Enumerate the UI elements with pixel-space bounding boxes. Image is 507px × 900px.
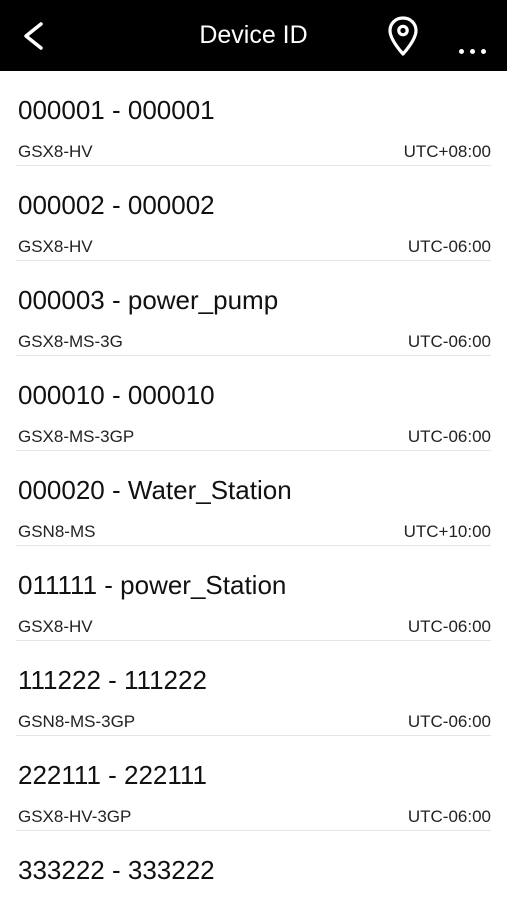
location-pin-icon — [388, 16, 418, 56]
device-list-item[interactable]: 000001 - 000001 GSX8-HV UTC+08:00 — [16, 71, 491, 166]
more-options-button[interactable] — [450, 24, 494, 60]
device-name: 000020 - Water_Station — [18, 475, 292, 505]
back-chevron-icon — [24, 22, 43, 50]
device-timezone: UTC-06:00 — [407, 427, 491, 446]
device-list-item[interactable]: 000020 - Water_Station GSN8-MS UTC+10:00 — [16, 451, 491, 546]
device-model: GSX8-HV — [18, 617, 93, 636]
device-name: 000002 - 000002 — [18, 190, 215, 220]
page-title: Device ID — [199, 21, 308, 49]
device-name: 222111 - 222111 — [18, 760, 207, 790]
device-name: 333222 - 333222 — [18, 855, 215, 885]
location-button[interactable] — [385, 15, 421, 57]
device-name: 000010 - 000010 — [18, 380, 215, 410]
device-list-item[interactable]: 111222 - 111222 GSN8-MS-3GP UTC-06:00 — [16, 641, 491, 736]
device-name: 011111 - power_Station — [18, 570, 287, 600]
device-timezone: UTC-06:00 — [407, 237, 491, 256]
device-list-item[interactable]: 000003 - power_pump GSX8-MS-3G UTC-06:00 — [16, 261, 491, 356]
device-name: 111222 - 111222 — [18, 665, 207, 695]
device-timezone: UTC+08:00 — [403, 142, 491, 161]
device-list-item[interactable]: 333222 - 333222 — [16, 831, 491, 900]
device-list-item[interactable]: 011111 - power_Station GSX8-HV UTC-06:00 — [16, 546, 491, 641]
ellipsis-icon — [458, 49, 486, 60]
device-timezone: UTC-06:00 — [407, 807, 491, 826]
back-button[interactable] — [14, 16, 54, 56]
device-model: GSX8-HV-3GP — [18, 807, 132, 826]
device-model: GSX8-HV — [18, 142, 93, 161]
device-timezone: UTC+10:00 — [403, 522, 491, 541]
device-model: GSN8-MS-3GP — [18, 712, 136, 731]
navigation-bar: Device ID — [0, 0, 507, 71]
device-name: 000001 - 000001 — [18, 95, 215, 125]
device-list-item[interactable]: 000002 - 000002 GSX8-HV UTC-06:00 — [16, 166, 491, 261]
device-model: GSN8-MS — [18, 522, 96, 541]
device-model: GSX8-HV — [18, 237, 93, 256]
device-timezone: UTC-06:00 — [407, 712, 491, 731]
device-name: 000003 - power_pump — [18, 285, 279, 315]
device-timezone: UTC-06:00 — [407, 617, 491, 636]
device-model: GSX8-MS-3GP — [18, 427, 135, 446]
device-list-item[interactable]: 000010 - 000010 GSX8-MS-3GP UTC-06:00 — [16, 356, 491, 451]
device-timezone: UTC-06:00 — [407, 332, 491, 351]
device-list-item[interactable]: 222111 - 222111 GSX8-HV-3GP UTC-06:00 — [16, 736, 491, 831]
device-list: 000001 - 000001 GSX8-HV UTC+08:00 000002… — [0, 71, 507, 900]
device-model: GSX8-MS-3G — [18, 332, 123, 351]
